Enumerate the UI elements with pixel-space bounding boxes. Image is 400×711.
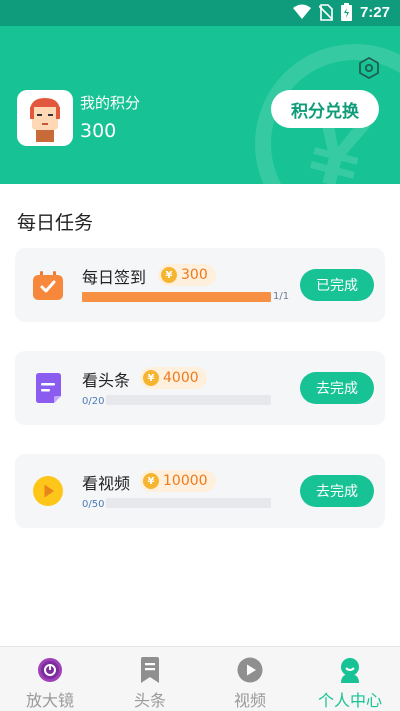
task-card-checkin: 每日签到 ¥ 300 1/1 已完成	[15, 248, 385, 322]
avatar[interactable]	[17, 90, 73, 146]
progress-text: 0/20	[82, 396, 105, 407]
document-icon	[36, 373, 61, 403]
task-completed-button[interactable]: 已完成	[300, 269, 374, 301]
task-title: 看视频	[82, 474, 131, 493]
progress-fill	[82, 292, 271, 302]
tab-label: 视频	[233, 691, 266, 710]
profile-icon	[341, 658, 359, 683]
tab-label: 放大镜	[25, 691, 74, 710]
progress-bar	[106, 395, 271, 405]
calendar-check-icon	[33, 271, 63, 300]
reward-value: 4000	[163, 370, 199, 386]
no-sim-icon	[318, 3, 333, 21]
reward-value: 10000	[163, 473, 208, 489]
progress-bar	[82, 292, 271, 302]
tab-label: 个人中心	[317, 691, 382, 710]
reward-badge: ¥ 300	[158, 264, 216, 286]
points-header: ¥ 我的积分 300 积分兑换	[0, 26, 400, 184]
reward-badge: ¥ 10000	[140, 470, 216, 492]
reward-value: 300	[181, 267, 208, 283]
task-card-video: 看视频 ¥ 10000 0/50 去完成	[15, 454, 385, 528]
reward-badge: ¥ 4000	[140, 367, 207, 389]
magnifier-icon	[38, 658, 62, 682]
wifi-icon	[292, 4, 311, 19]
status-time: 7:27	[359, 3, 390, 21]
task-title: 每日签到	[82, 268, 147, 287]
coin-icon: ¥	[161, 267, 177, 283]
progress-text: 0/50	[82, 499, 105, 510]
tab-headlines[interactable]: 头条	[100, 647, 200, 711]
exchange-points-button[interactable]: 积分兑换	[271, 90, 379, 128]
coin-icon: ¥	[143, 370, 159, 386]
tab-magnifier[interactable]: 放大镜	[0, 647, 100, 711]
tab-label: 头条	[133, 691, 166, 710]
coin-icon: ¥	[143, 473, 159, 489]
bottom-tab-bar: 放大镜 头条 视频 个人中心	[0, 646, 400, 711]
play-icon	[33, 476, 63, 506]
progress-bar	[106, 498, 271, 508]
task-card-news: 看头条 ¥ 4000 0/20 去完成	[15, 351, 385, 425]
task-title: 看头条	[82, 371, 131, 390]
settings-icon[interactable]	[358, 57, 380, 79]
user-avatar-icon	[30, 98, 60, 142]
points-value: 300	[80, 120, 117, 142]
task-go-button[interactable]: 去完成	[300, 372, 374, 404]
battery-icon	[340, 3, 352, 21]
points-label: 我的积分	[80, 94, 141, 112]
bookmark-icon	[141, 657, 159, 683]
progress-text: 1/1	[273, 291, 290, 302]
status-bar: 7:27	[0, 0, 400, 26]
tab-video[interactable]: 视频	[200, 647, 300, 711]
tab-profile[interactable]: 个人中心	[300, 647, 400, 711]
section-title: 每日任务	[17, 212, 94, 234]
task-go-button[interactable]: 去完成	[300, 475, 374, 507]
status-icons: 7:27	[292, 3, 390, 21]
play-circle-icon	[237, 657, 263, 683]
